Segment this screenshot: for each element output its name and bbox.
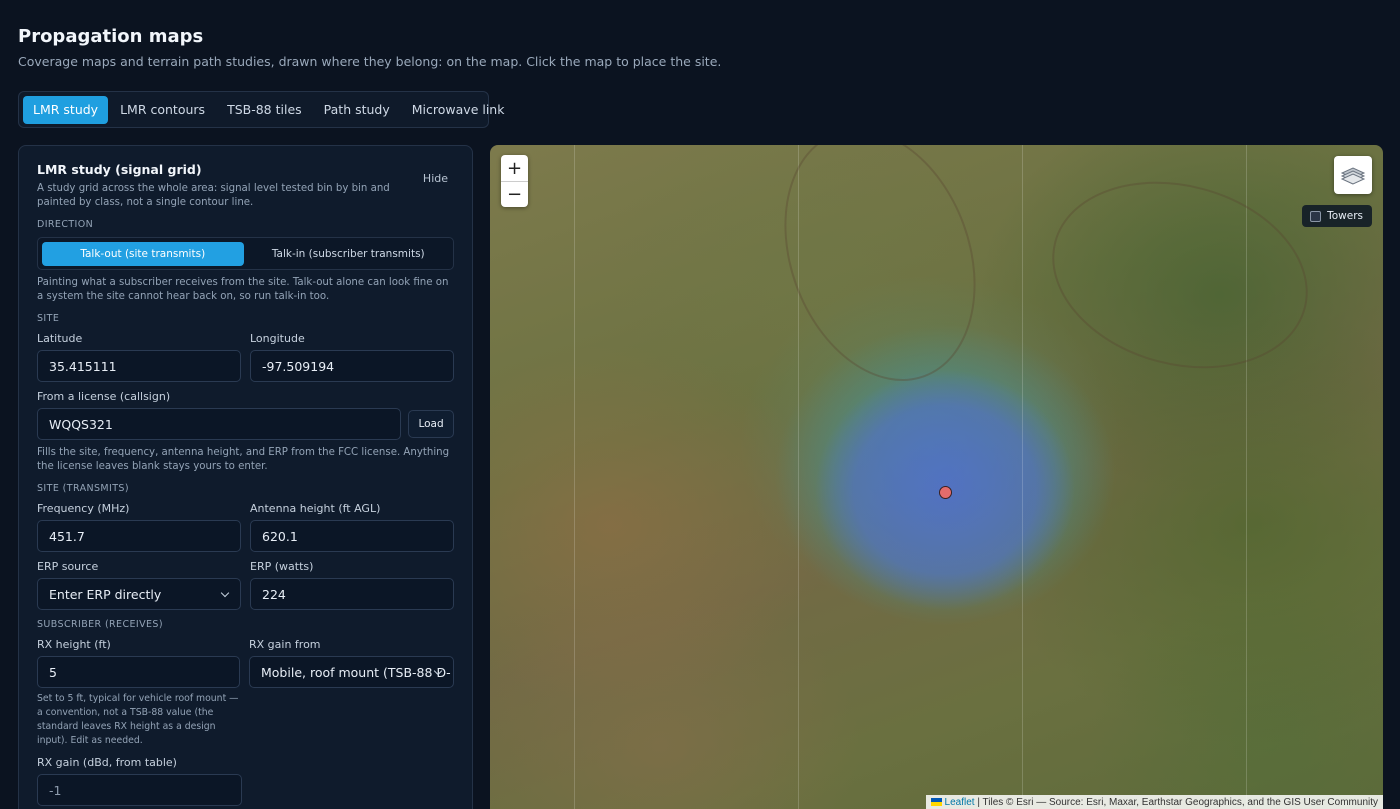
towers-label: Towers xyxy=(1327,210,1363,222)
zoom-control: + − xyxy=(501,155,528,207)
rx-height-hint: Set to 5 ft, typical for vehicle roof mo… xyxy=(37,693,239,746)
site-section-label: SITE xyxy=(37,313,60,324)
subscriber-section-label: SUBSCRIBER (RECEIVES) xyxy=(37,619,163,630)
erp-input[interactable]: 224 xyxy=(250,578,454,610)
river xyxy=(1031,154,1329,396)
ukraine-flag-icon xyxy=(930,798,942,806)
tab-path-study[interactable]: Path study xyxy=(314,96,400,124)
tile-seam xyxy=(1022,145,1023,809)
rx-gain-input[interactable]: -1 xyxy=(37,774,242,806)
panel-description: A study grid across the whole area: sign… xyxy=(37,183,390,208)
rx-gain-label: RX gain (dBd, from table) xyxy=(37,756,177,769)
callsign-input[interactable]: WQQS321 xyxy=(37,408,402,440)
tab-lmr-contours[interactable]: LMR contours xyxy=(110,96,215,124)
longitude-input[interactable]: -97.509194 xyxy=(250,350,454,382)
towers-toggle[interactable]: Towers xyxy=(1302,205,1372,227)
rx-gain-from-label: RX gain from xyxy=(249,638,321,651)
tab-tsb88-tiles[interactable]: TSB-88 tiles xyxy=(217,96,312,124)
transmit-section-label: SITE (TRANSMITS) xyxy=(37,483,129,494)
river xyxy=(750,145,1010,408)
antenna-height-input[interactable]: 620.1 xyxy=(250,520,454,552)
leaflet-link[interactable]: Leaflet xyxy=(945,797,975,808)
erp-source-select[interactable]: Enter ERP directly xyxy=(37,578,241,610)
rx-height-input[interactable]: 5 xyxy=(37,656,240,688)
study-panel: LMR study (signal grid) A study grid acr… xyxy=(18,145,473,809)
antenna-height-label: Antenna height (ft AGL) xyxy=(250,502,381,515)
mode-tabs: LMR study LMR contours TSB-88 tiles Path… xyxy=(18,91,504,128)
latitude-input[interactable]: 35.415111 xyxy=(37,350,241,382)
frequency-input[interactable]: 451.7 xyxy=(37,520,241,552)
rx-height-label: RX height (ft) xyxy=(37,638,111,651)
license-hint: Fills the site, frequency, antenna heigh… xyxy=(37,447,450,472)
hide-button[interactable]: Hide xyxy=(423,172,448,185)
latitude-label: Latitude xyxy=(37,332,83,345)
erp-label: ERP (watts) xyxy=(250,560,314,573)
map-attribution: Leaflet | Tiles © Esri — Source: Esri, M… xyxy=(925,795,1383,809)
talk-in-option[interactable]: Talk-in (subscriber transmits) xyxy=(248,242,450,266)
direction-section-label: DIRECTION xyxy=(37,219,94,230)
layers-button[interactable] xyxy=(1334,156,1372,194)
longitude-label: Longitude xyxy=(250,332,305,345)
site-marker[interactable] xyxy=(939,486,952,499)
zoom-out-button[interactable]: − xyxy=(501,181,528,207)
towers-checkbox[interactable] xyxy=(1310,210,1322,222)
panel-title: LMR study (signal grid) xyxy=(37,162,202,177)
tab-microwave-link[interactable]: Microwave link xyxy=(402,96,515,124)
page-title: Propagation maps xyxy=(18,26,204,47)
talk-out-option[interactable]: Talk-out (site transmits) xyxy=(42,241,244,266)
frequency-label: Frequency (MHz) xyxy=(37,502,130,515)
direction-hint: Painting what a subscriber receives from… xyxy=(37,277,449,302)
load-button[interactable]: Load xyxy=(408,410,454,438)
layers-icon xyxy=(1340,167,1366,185)
attribution-text: | Tiles © Esri — Source: Esri, Maxar, Ea… xyxy=(974,796,1378,808)
coverage-map[interactable]: + − Towers Leaflet | Tiles © Esri — Sour… xyxy=(490,145,1383,809)
rx-gain-from-select[interactable]: Mobile, roof mount (TSB-88 D- xyxy=(249,656,454,688)
page-subtitle: Coverage maps and terrain path studies, … xyxy=(18,54,722,69)
tile-seam xyxy=(574,145,575,809)
tab-lmr-study[interactable]: LMR study xyxy=(23,95,109,124)
panel-header: LMR study (signal grid) A study grid acr… xyxy=(37,162,454,210)
erp-source-label: ERP source xyxy=(37,560,99,573)
license-label: From a license (callsign) xyxy=(37,390,171,403)
direction-toggle: Talk-out (site transmits) Talk-in (subsc… xyxy=(37,237,454,270)
zoom-in-button[interactable]: + xyxy=(501,155,528,181)
